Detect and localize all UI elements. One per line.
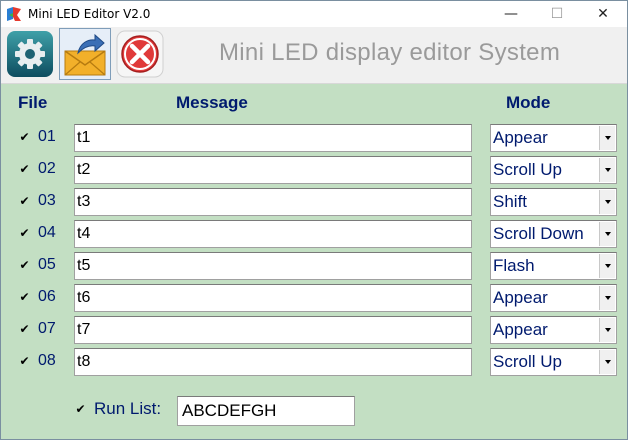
minimize-button[interactable]: — [488,1,534,27]
file-checkbox[interactable]: ✔ [19,258,30,272]
mode-select[interactable]: Appear [490,124,617,152]
file-row: ✔ 04 t4 Scroll Down [1,218,627,250]
message-input[interactable]: t1 [74,124,472,152]
mode-select[interactable]: Shift [490,188,617,216]
title-bar: Mini LED Editor V2.0 — ☐ ✕ [1,1,627,27]
check-icon: ✔ [19,354,30,368]
file-number: 04 [38,224,56,241]
mode-value: Appear [493,320,548,339]
file-number: 02 [38,160,56,177]
file-row: ✔ 03 t3 Shift [1,186,627,218]
mode-select[interactable]: Appear [490,284,617,312]
message-input[interactable]: t5 [74,252,472,280]
chevron-down-icon [604,136,611,140]
mode-value: Scroll Up [493,160,562,179]
file-checkbox[interactable]: ✔ [19,130,30,144]
chevron-down-icon [604,264,611,268]
file-number: 06 [38,288,56,305]
window-title: Mini LED Editor V2.0 [28,7,151,21]
app-logo-icon [6,6,22,22]
check-icon: ✔ [19,194,30,208]
dropdown-button[interactable] [599,318,615,342]
mode-select[interactable]: Scroll Down [490,220,617,248]
file-checkbox[interactable]: ✔ [19,354,30,368]
check-icon: ✔ [19,130,30,144]
chevron-down-icon [604,232,611,236]
file-checkbox[interactable]: ✔ [19,290,30,304]
dropdown-button[interactable] [599,158,615,182]
main-window: Mini LED Editor V2.0 — ☐ ✕ Mini LED disp… [0,0,628,440]
message-input[interactable]: t7 [74,316,472,344]
maximize-button[interactable]: ☐ [534,1,580,27]
maximize-icon: ☐ [550,6,564,22]
file-column-header: File [18,93,48,112]
message-input[interactable]: t3 [74,188,472,216]
message-input[interactable]: t4 [74,220,472,248]
mode-select[interactable]: Scroll Up [490,156,617,184]
dropdown-button[interactable] [599,286,615,310]
mode-select[interactable]: Flash [490,252,617,280]
close-window-button[interactable]: ✕ [580,1,626,27]
file-row: ✔ 05 t5 Flash [1,250,627,282]
chevron-down-icon [604,328,611,332]
check-icon: ✔ [19,322,30,336]
file-row: ✔ 02 t2 Scroll Up [1,154,627,186]
check-icon: ✔ [19,290,30,304]
send-button[interactable] [59,28,111,80]
gear-icon [7,31,53,77]
check-icon: ✔ [75,402,86,416]
mode-value: Shift [493,192,528,211]
mode-value: Scroll Down [493,224,584,243]
dropdown-button[interactable] [599,190,615,214]
file-row: ✔ 06 t6 Appear [1,282,627,314]
check-icon: ✔ [19,258,30,272]
file-row: ✔ 08 t8 Scroll Up [1,346,627,378]
file-checkbox[interactable]: ✔ [19,226,30,240]
message-input[interactable]: t6 [74,284,472,312]
check-icon: ✔ [19,162,30,176]
minimize-icon: — [504,6,518,22]
run-list-label: Run List: [94,399,162,418]
settings-button[interactable] [4,28,56,80]
app-banner-title: Mini LED display editor System [219,39,561,66]
message-column-header: Message [176,93,248,112]
dropdown-button[interactable] [599,126,615,150]
file-number: 01 [38,128,56,145]
file-number: 05 [38,256,56,273]
file-checkbox[interactable]: ✔ [19,162,30,176]
chevron-down-icon [604,360,611,364]
file-number: 08 [38,352,56,369]
exit-button[interactable] [114,28,166,80]
file-row: ✔ 01 t1 Appear [1,122,627,154]
toolbar: Mini LED display editor System [1,27,627,84]
file-checkbox[interactable]: ✔ [19,194,30,208]
file-checkbox[interactable]: ✔ [19,322,30,336]
message-input[interactable]: t2 [74,156,472,184]
mode-column-header: Mode [506,93,551,112]
send-envelope-icon [64,33,106,76]
dropdown-button[interactable] [599,254,615,278]
message-input[interactable]: t8 [74,348,472,376]
mode-select[interactable]: Scroll Up [490,348,617,376]
chevron-down-icon [604,296,611,300]
dropdown-button[interactable] [599,222,615,246]
file-number: 07 [38,320,56,337]
dropdown-button[interactable] [599,350,615,374]
exit-icon [116,30,164,78]
mode-value: Appear [493,288,548,307]
mode-value: Appear [493,128,548,147]
run-list-checkbox[interactable]: ✔ [75,402,86,416]
file-row: ✔ 07 t7 Appear [1,314,627,346]
mode-value: Scroll Up [493,352,562,371]
file-number: 03 [38,192,56,209]
chevron-down-icon [604,200,611,204]
close-icon: ✕ [597,6,609,22]
mode-select[interactable]: Appear [490,316,617,344]
chevron-down-icon [604,168,611,172]
check-icon: ✔ [19,226,30,240]
run-list-input[interactable]: ABCDEFGH [177,396,355,426]
mode-value: Flash [493,256,535,275]
